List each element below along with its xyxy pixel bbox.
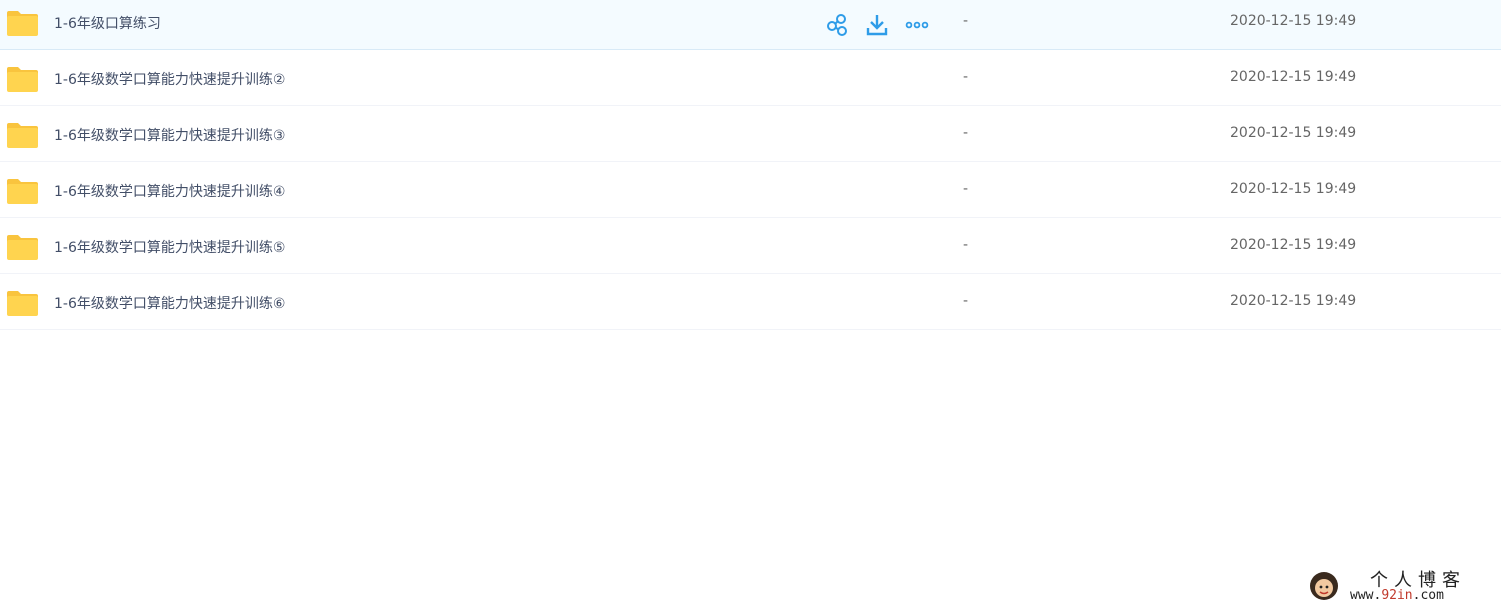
file-name[interactable]: 1-6年级口算练习	[54, 13, 161, 33]
file-row[interactable]: 1-6年级数学口算能力快速提升训练⑤ - 2020-12-15 19:49	[0, 218, 1501, 274]
file-row[interactable]: 1-6年级数学口算能力快速提升训练⑥ - 2020-12-15 19:49	[0, 274, 1501, 330]
file-modified-date: 2020-12-15 19:49	[1230, 293, 1357, 309]
share-icon[interactable]	[824, 12, 850, 38]
more-icon[interactable]	[904, 12, 930, 38]
file-size: -	[963, 13, 969, 29]
watermark-logo: 个人博客 www.92in.com	[1308, 568, 1494, 606]
file-row[interactable]: 1-6年级数学口算能力快速提升训练③ - 2020-12-15 19:49	[0, 106, 1501, 162]
folder-icon	[7, 123, 38, 148]
folder-icon	[7, 11, 38, 36]
folder-icon	[7, 67, 38, 92]
file-modified-date: 2020-12-15 19:49	[1230, 13, 1357, 29]
file-row[interactable]: 1-6年级数学口算能力快速提升训练② - 2020-12-15 19:49	[0, 50, 1501, 106]
download-icon[interactable]	[864, 12, 890, 38]
file-name[interactable]: 1-6年级数学口算能力快速提升训练⑥	[54, 293, 285, 313]
file-size: -	[963, 125, 969, 141]
file-name[interactable]: 1-6年级数学口算能力快速提升训练⑤	[54, 237, 285, 257]
file-modified-date: 2020-12-15 19:49	[1230, 181, 1357, 197]
file-row[interactable]: 1-6年级数学口算能力快速提升训练④ - 2020-12-15 19:49	[0, 162, 1501, 218]
row-actions	[824, 12, 934, 38]
file-name[interactable]: 1-6年级数学口算能力快速提升训练③	[54, 125, 285, 145]
file-size: -	[963, 293, 969, 309]
file-modified-date: 2020-12-15 19:49	[1230, 69, 1357, 85]
file-modified-date: 2020-12-15 19:49	[1230, 237, 1357, 253]
avatar-icon	[1310, 572, 1338, 600]
file-modified-date: 2020-12-15 19:49	[1230, 125, 1357, 141]
file-name[interactable]: 1-6年级数学口算能力快速提升训练④	[54, 181, 285, 201]
watermark-url: www.92in.com	[1350, 588, 1444, 603]
folder-icon	[7, 179, 38, 204]
folder-icon	[7, 291, 38, 316]
file-size: -	[963, 69, 969, 85]
file-list: 1-6年级口算练习 - 2020-12-15 19:49 1-6年级数学口算能力…	[0, 0, 1501, 330]
file-size: -	[963, 237, 969, 253]
file-name[interactable]: 1-6年级数学口算能力快速提升训练②	[54, 69, 285, 89]
folder-icon	[7, 235, 38, 260]
file-row[interactable]: 1-6年级口算练习 - 2020-12-15 19:49	[0, 0, 1501, 50]
file-size: -	[963, 181, 969, 197]
